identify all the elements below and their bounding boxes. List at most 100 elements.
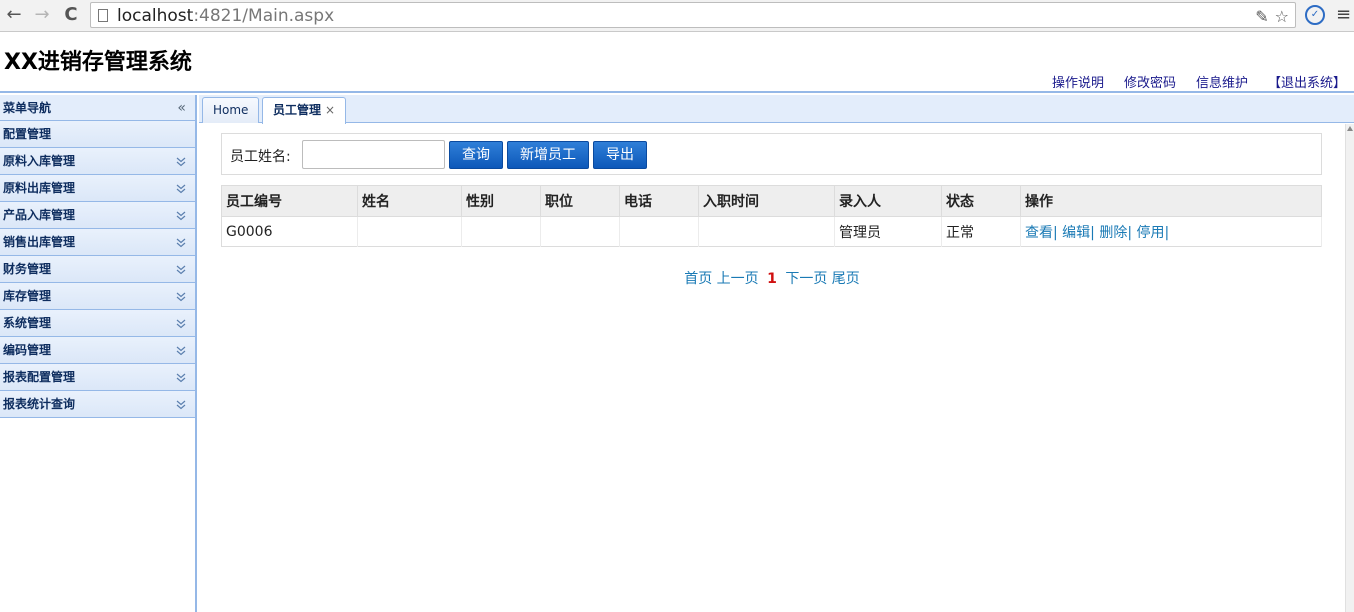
column-header[interactable]: 姓名 — [357, 185, 462, 217]
sidebar-item[interactable]: 财务管理 — [0, 256, 195, 283]
chevron-down-icon[interactable] — [175, 210, 187, 222]
column-header[interactable]: 性别 — [461, 185, 541, 217]
close-tab-icon[interactable]: × — [325, 103, 335, 117]
sidebar-item-label: 原料入库管理 — [3, 154, 76, 168]
column-header[interactable]: 操作 — [1020, 185, 1322, 217]
key-icon[interactable]: ✎ — [1255, 7, 1268, 26]
disable-link[interactable]: 停用 — [1137, 225, 1165, 241]
first-page-link[interactable]: 首页 — [684, 271, 712, 287]
chevron-down-icon[interactable] — [175, 291, 187, 303]
status-cell: 正常 — [941, 216, 1021, 247]
employee-name-label: 员工姓名: — [230, 149, 291, 165]
sidebar-item[interactable]: 编码管理 — [0, 337, 195, 364]
main-content: 员工姓名: 查询 新增员工 导出 员工编号 姓名 性别 职位 电话 入职时间 录… — [199, 124, 1345, 612]
chevron-down-icon[interactable] — [175, 345, 187, 357]
tab-employee-label: 员工管理 — [273, 103, 322, 117]
position-cell — [540, 216, 620, 247]
profile-link[interactable]: 信息维护 — [1196, 72, 1248, 91]
sidebar: 菜单导航 « 配置管理原料入库管理 原料出库管理 产品入库管理 销售出库管理 财务管理库… — [0, 95, 197, 612]
employee-id-cell: G0006 — [221, 216, 358, 247]
header-links: 操作说明 修改密码 信息维护 【退出系统】 — [1052, 72, 1346, 91]
browser-menu-icon[interactable]: ≡ — [1336, 4, 1351, 25]
vertical-scrollbar[interactable] — [1345, 124, 1354, 612]
entered-by-cell: 管理员 — [834, 216, 942, 247]
change-password-link[interactable]: 修改密码 — [1124, 72, 1176, 91]
shield-extension-icon[interactable]: ✓ — [1305, 5, 1325, 25]
phone-cell — [619, 216, 699, 247]
url-host: localhost — [117, 6, 194, 26]
sidebar-title: 菜单导航 — [3, 101, 52, 115]
search-button[interactable]: 查询 — [449, 141, 503, 169]
search-panel: 员工姓名: 查询 新增员工 导出 — [221, 133, 1322, 175]
sidebar-item-label: 原料出库管理 — [3, 181, 76, 195]
help-link[interactable]: 操作说明 — [1052, 72, 1104, 91]
prev-page-link[interactable]: 上一页 — [717, 271, 759, 287]
sidebar-item-label: 财务管理 — [3, 262, 52, 276]
chevron-down-icon[interactable] — [175, 183, 187, 195]
sidebar-item-label: 产品入库管理 — [3, 208, 76, 222]
view-link[interactable]: 查看 — [1025, 225, 1053, 241]
delete-link[interactable]: 删除 — [1099, 225, 1127, 241]
table-row: G0006 管理员 正常 查看| 编辑| 删除| 停用| — [221, 216, 1322, 247]
chevron-down-icon[interactable] — [175, 237, 187, 249]
sidebar-item[interactable]: 报表配置管理 — [0, 364, 195, 391]
name-cell — [357, 216, 462, 247]
tab-bar: Home 员工管理 × — [199, 95, 1354, 124]
url-text: localhost:4821/Main.aspx — [117, 5, 334, 27]
employee-name-input[interactable] — [302, 140, 445, 169]
logout-link[interactable]: 【退出系统】 — [1268, 72, 1346, 91]
sidebar-item-label: 报表配置管理 — [3, 370, 76, 384]
sidebar-item[interactable]: 库存管理 — [0, 283, 195, 310]
chevron-down-icon[interactable] — [175, 318, 187, 330]
hire-date-cell — [698, 216, 835, 247]
reload-icon[interactable]: C — [60, 4, 82, 26]
sidebar-item[interactable]: 报表统计查询 — [0, 391, 195, 418]
column-header[interactable]: 录入人 — [834, 185, 942, 217]
table-header-row: 员工编号 姓名 性别 职位 电话 入职时间 录入人 状态 操作 — [221, 185, 1322, 217]
sidebar-item[interactable]: 销售出库管理 — [0, 229, 195, 256]
sidebar-item-label: 库存管理 — [3, 289, 52, 303]
sidebar-item[interactable]: 系统管理 — [0, 310, 195, 337]
sidebar-item-label: 系统管理 — [3, 316, 52, 330]
back-arrow-icon[interactable]: ← — [3, 4, 25, 26]
column-header[interactable]: 状态 — [941, 185, 1021, 217]
bookmark-star-icon[interactable]: ☆ — [1275, 7, 1289, 26]
tab-employee-management[interactable]: 员工管理 × — [262, 97, 347, 124]
current-page: 1 — [767, 271, 777, 287]
sidebar-item[interactable]: 产品入库管理 — [0, 202, 195, 229]
chevron-down-icon[interactable] — [175, 156, 187, 168]
export-button[interactable]: 导出 — [593, 141, 647, 169]
sidebar-item-label: 编码管理 — [3, 343, 52, 357]
actions-cell: 查看| 编辑| 删除| 停用| — [1020, 216, 1322, 247]
add-employee-button[interactable]: 新增员工 — [507, 141, 589, 169]
sidebar-item[interactable]: 配置管理 — [0, 121, 195, 148]
column-header[interactable]: 电话 — [619, 185, 699, 217]
tab-home[interactable]: Home — [202, 97, 260, 123]
gender-cell — [461, 216, 541, 247]
chevron-down-icon[interactable] — [175, 264, 187, 276]
forward-arrow-icon[interactable]: → — [31, 4, 53, 26]
collapse-sidebar-icon[interactable]: « — [177, 95, 186, 121]
sidebar-item-label: 配置管理 — [3, 127, 52, 141]
pager: 首页 上一页 1 下一页 尾页 — [199, 268, 1345, 288]
column-header[interactable]: 员工编号 — [221, 185, 358, 217]
address-bar[interactable]: localhost:4821/Main.aspx ✎ ☆ — [90, 2, 1296, 28]
column-header[interactable]: 入职时间 — [698, 185, 835, 217]
sidebar-item[interactable]: 原料入库管理 — [0, 148, 195, 175]
sidebar-header: 菜单导航 « — [0, 95, 195, 121]
tab-home-label: Home — [213, 103, 249, 117]
url-path: :4821/Main.aspx — [193, 6, 335, 26]
chevron-down-icon[interactable] — [175, 399, 187, 411]
edit-link[interactable]: 编辑 — [1062, 225, 1090, 241]
chevron-down-icon[interactable] — [175, 372, 187, 384]
browser-toolbar: ← → C localhost:4821/Main.aspx ✎ ☆ ✓ ≡ — [0, 0, 1354, 32]
next-page-link[interactable]: 下一页 — [785, 271, 827, 287]
sidebar-item-label: 销售出库管理 — [3, 235, 76, 249]
sidebar-item[interactable]: 原料出库管理 — [0, 175, 195, 202]
column-header[interactable]: 职位 — [540, 185, 620, 217]
scroll-up-arrow-icon[interactable] — [1347, 126, 1353, 131]
employee-table: 员工编号 姓名 性别 职位 电话 入职时间 录入人 状态 操作 G0006 管理… — [221, 185, 1322, 247]
app-title: XX进销存管理系统 — [4, 50, 192, 75]
last-page-link[interactable]: 尾页 — [832, 271, 860, 287]
app-header: XX进销存管理系统 操作说明 修改密码 信息维护 【退出系统】 — [0, 33, 1354, 93]
